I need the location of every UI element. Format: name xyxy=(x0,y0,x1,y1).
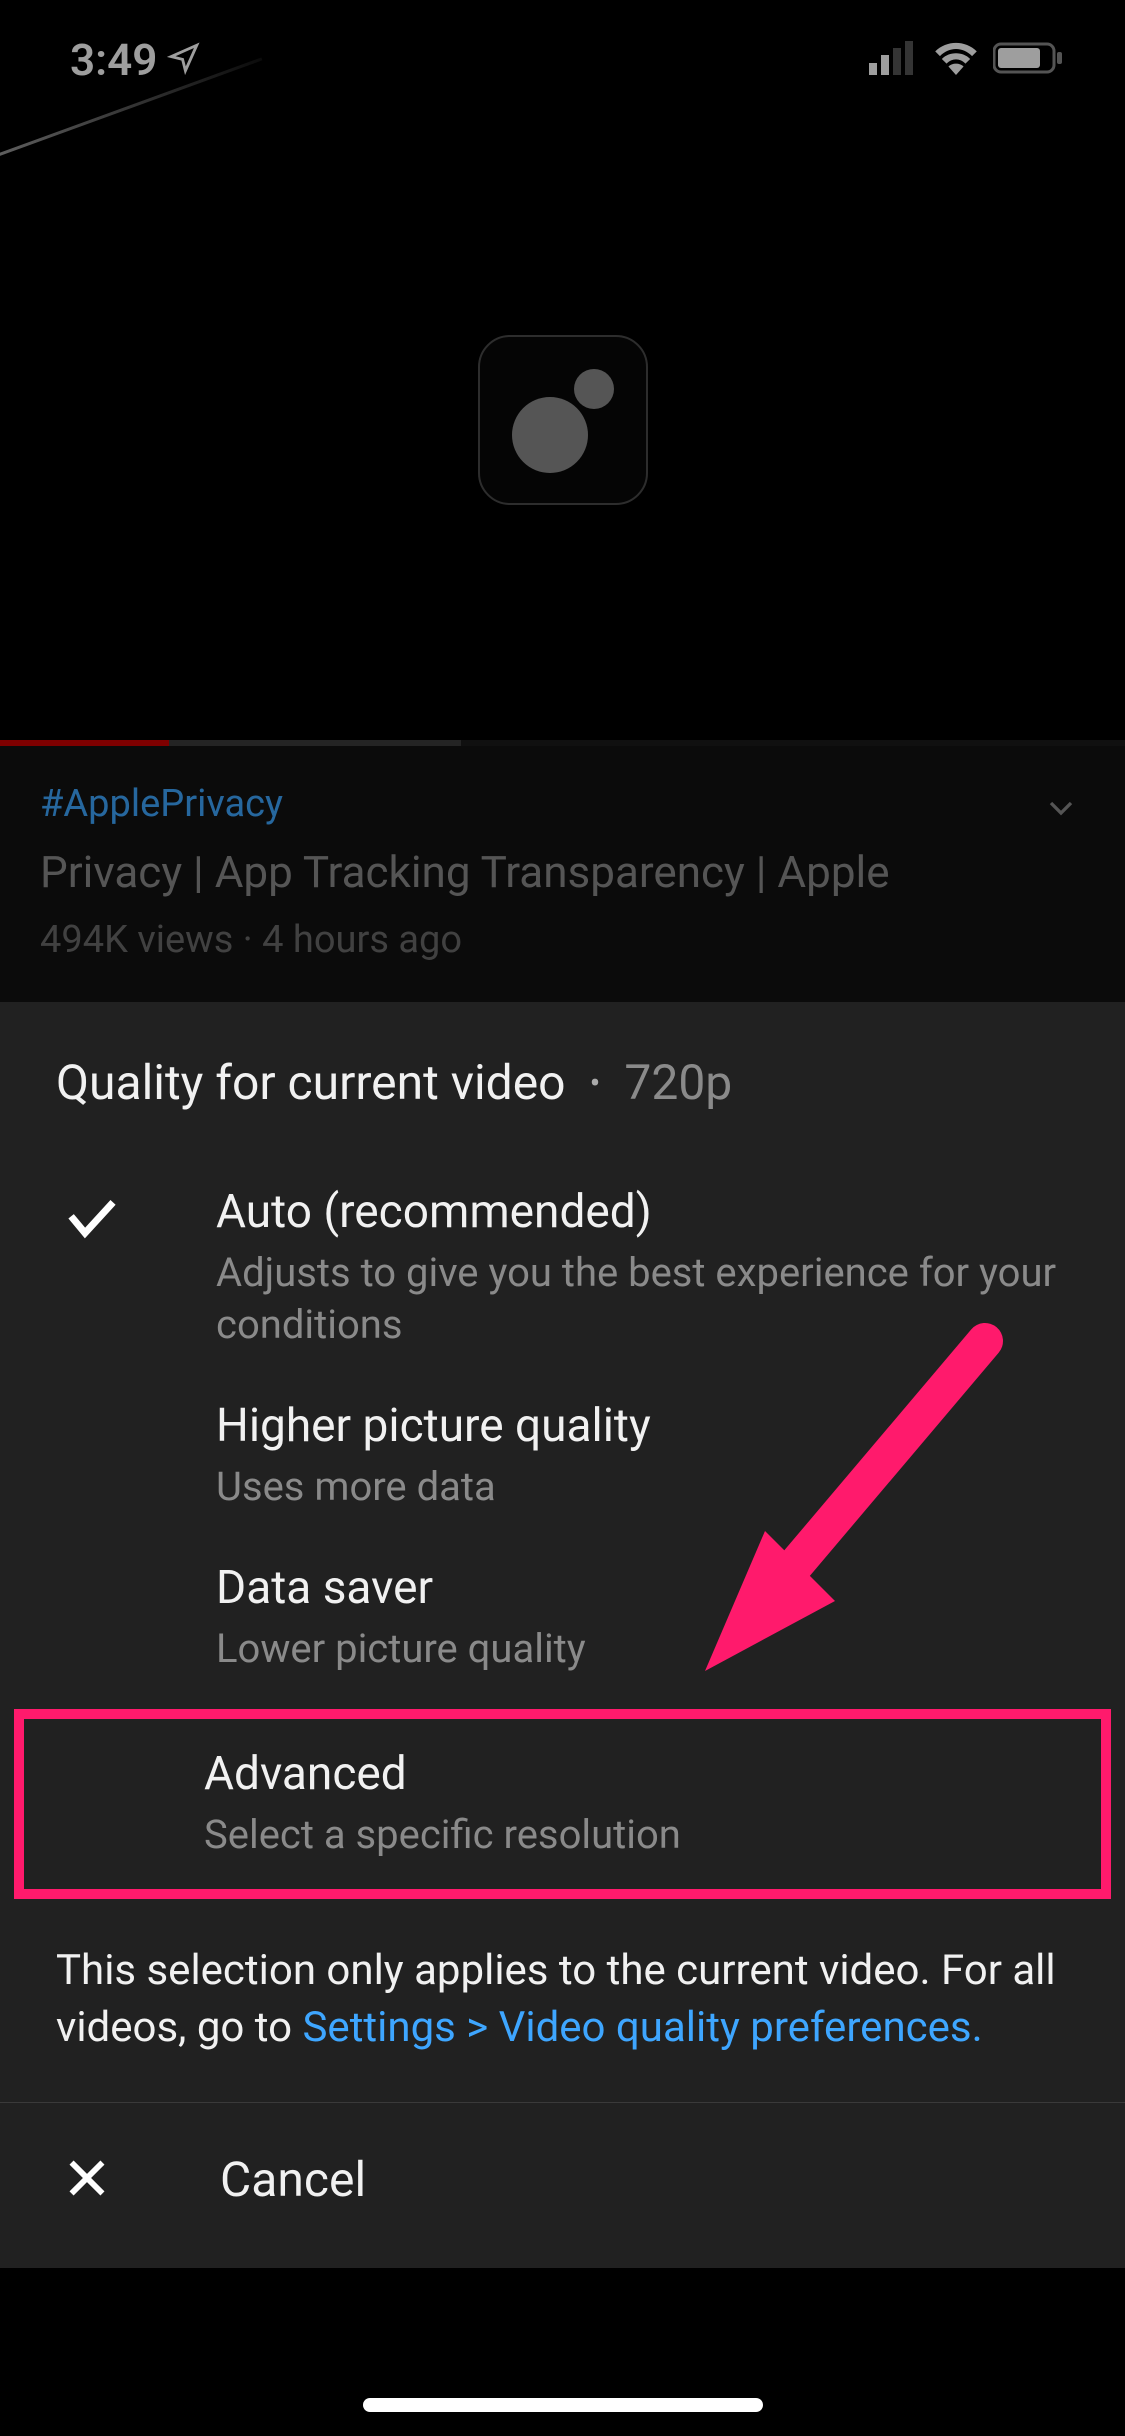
option-title: Auto (recommended) xyxy=(216,1185,1069,1239)
option-subtitle: Lower picture quality xyxy=(216,1623,1069,1675)
option-title: Higher picture quality xyxy=(216,1399,1069,1453)
video-title: Privacy | App Tracking Transparency | Ap… xyxy=(40,846,1085,898)
option-subtitle: Adjusts to give you the best experience … xyxy=(216,1247,1069,1351)
home-indicator[interactable] xyxy=(363,2398,763,2412)
quality-option-auto[interactable]: Auto (recommended) Adjusts to give you t… xyxy=(0,1161,1125,1375)
video-age: 4 hours ago xyxy=(262,918,462,962)
location-icon xyxy=(167,34,201,86)
quality-disclaimer: This selection only applies to the curre… xyxy=(0,1899,1125,2102)
option-subtitle: Select a specific resolution xyxy=(204,1809,1059,1861)
status-time: 3:49 xyxy=(70,34,157,86)
video-info-panel[interactable]: #ApplePrivacy Privacy | App Tracking Tra… xyxy=(0,746,1125,1002)
quality-option-higher[interactable]: Higher picture quality Uses more data xyxy=(0,1375,1125,1537)
video-player[interactable] xyxy=(0,100,1125,740)
video-content-icon xyxy=(478,335,648,505)
quality-sheet: Quality for current video • 720p Auto (r… xyxy=(0,1002,1125,2268)
video-views: 494K views xyxy=(40,918,233,962)
battery-icon xyxy=(993,41,1065,79)
check-icon xyxy=(64,1191,120,1251)
option-subtitle: Uses more data xyxy=(216,1461,1069,1513)
video-meta: 494K views · 4 hours ago xyxy=(40,918,1085,962)
sheet-title: Quality for current video xyxy=(56,1054,566,1111)
current-quality-label: 720p xyxy=(624,1054,732,1111)
status-bar: 3:49 xyxy=(0,0,1125,100)
settings-link[interactable]: Settings > Video quality preferences. xyxy=(302,2003,982,2052)
sheet-header: Quality for current video • 720p xyxy=(0,1002,1125,1151)
cancel-label: Cancel xyxy=(220,2151,366,2208)
wifi-icon xyxy=(933,41,979,79)
option-title: Advanced xyxy=(204,1747,1059,1801)
close-icon xyxy=(64,2155,110,2205)
video-hashtag[interactable]: #ApplePrivacy xyxy=(40,782,1085,826)
cancel-button[interactable]: Cancel xyxy=(0,2103,1125,2268)
quality-option-datasaver[interactable]: Data saver Lower picture quality xyxy=(0,1537,1125,1699)
chevron-down-icon[interactable] xyxy=(1041,788,1081,832)
quality-option-advanced[interactable]: Advanced Select a specific resolution xyxy=(14,1709,1111,1899)
option-title: Data saver xyxy=(216,1561,1069,1615)
cellular-signal-icon xyxy=(869,41,919,79)
